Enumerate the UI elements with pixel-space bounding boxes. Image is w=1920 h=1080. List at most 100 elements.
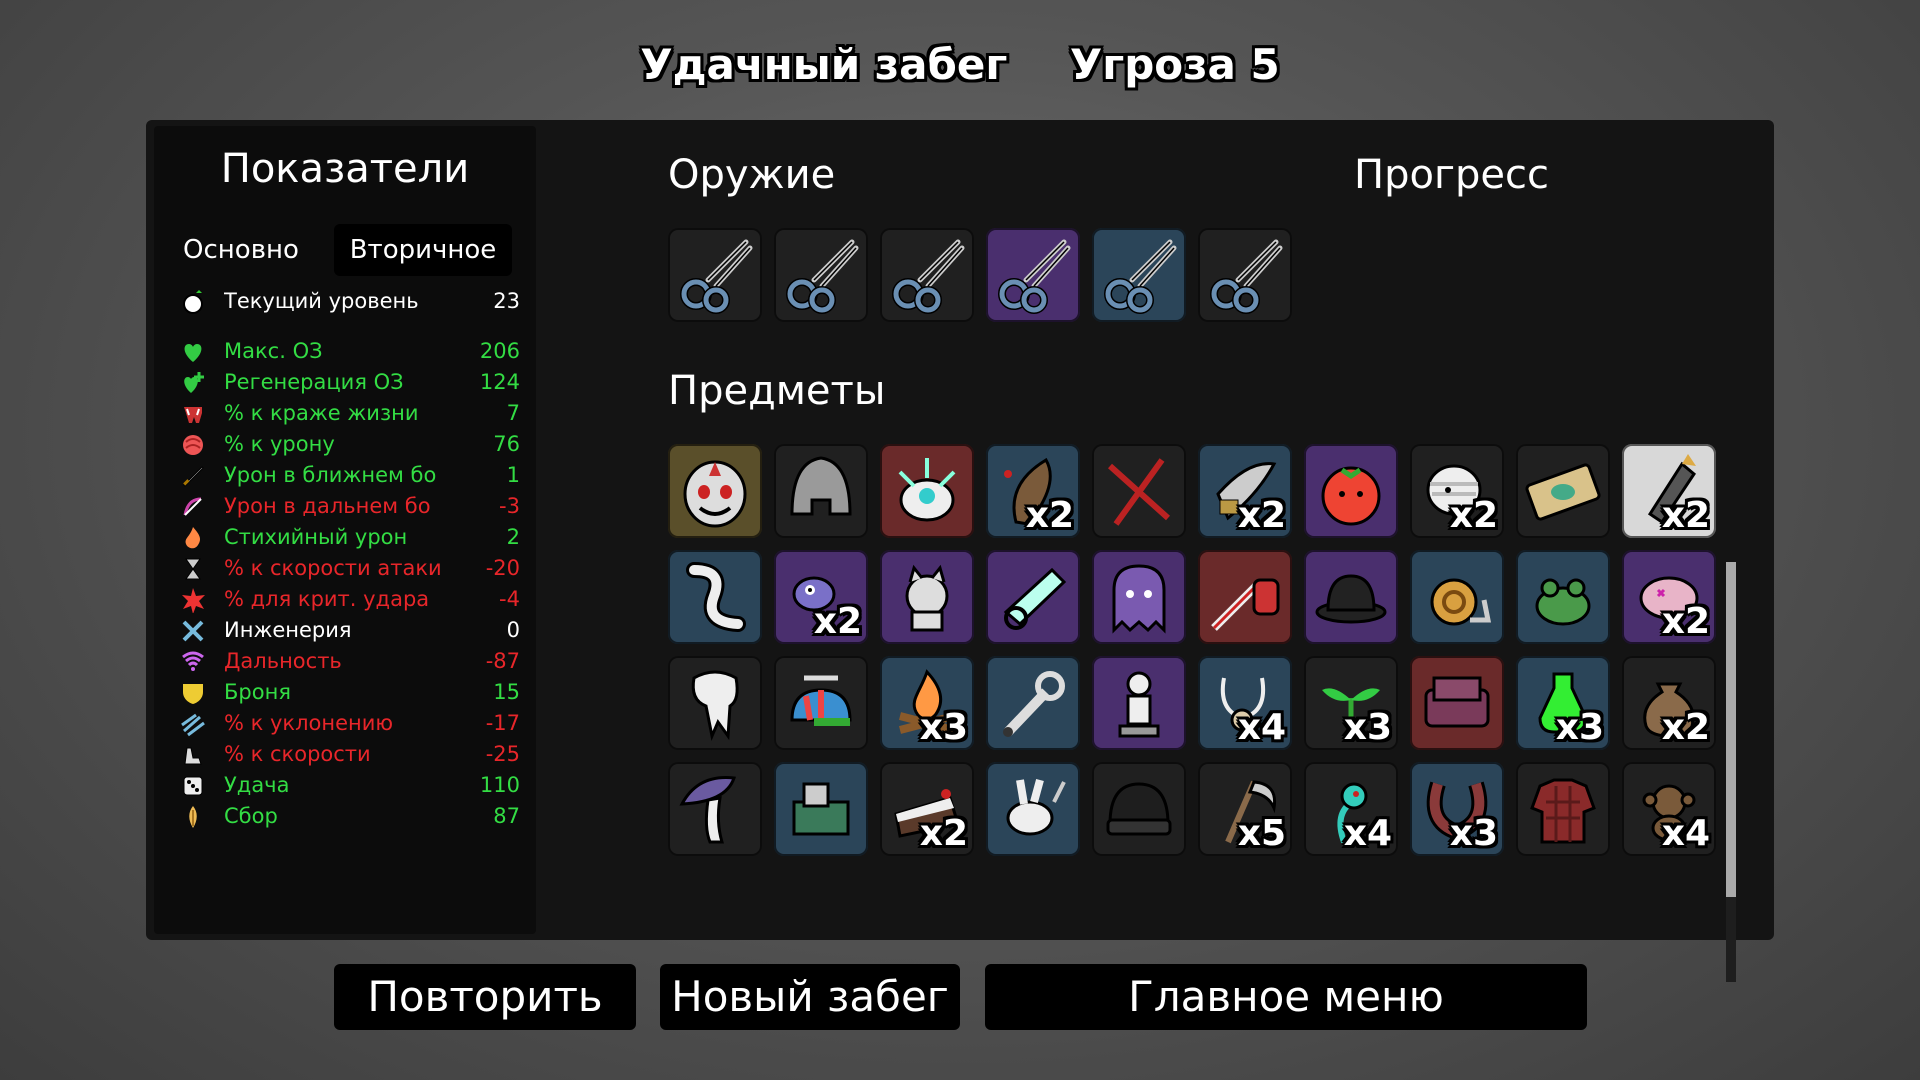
item-slot[interactable] <box>986 656 1080 750</box>
item-slot[interactable] <box>1092 550 1186 644</box>
stat-row[interactable]: % для крит. удара -4 <box>180 584 520 615</box>
item-slot[interactable]: x2 <box>774 550 868 644</box>
item-count: x2 <box>1661 601 1710 642</box>
item-slot[interactable] <box>986 550 1080 644</box>
stat-value: 124 <box>479 370 520 394</box>
tab-primary[interactable]: Основно <box>176 224 306 276</box>
stat-label: Дальность <box>224 649 342 673</box>
item-slot[interactable]: x3 <box>1410 762 1504 856</box>
item-count: x4 <box>1237 707 1286 748</box>
item-slot[interactable] <box>1304 444 1398 538</box>
item-slot[interactable] <box>1092 762 1186 856</box>
item-slot[interactable]: x2 <box>1198 444 1292 538</box>
stat-label: Урон в дальнем бо <box>224 494 431 518</box>
item-slot[interactable] <box>668 656 762 750</box>
weapon-slot[interactable] <box>880 228 974 322</box>
ranged-icon <box>180 494 206 520</box>
weapon-slot[interactable] <box>986 228 1080 322</box>
item-slot[interactable] <box>774 762 868 856</box>
stats-list: Текущий уровень 23 Макс. ОЗ 206 Регенерация … <box>180 286 520 832</box>
stat-row[interactable]: % к скорости атаки -20 <box>180 553 520 584</box>
items-scrollbar[interactable] <box>1726 562 1736 982</box>
items-title: Предметы <box>668 368 886 414</box>
stat-value: 0 <box>506 618 520 642</box>
weapon-slot[interactable] <box>774 228 868 322</box>
stat-row[interactable]: Броня 15 <box>180 677 520 708</box>
weapon-slot[interactable] <box>1092 228 1186 322</box>
item-slot[interactable]: x2 <box>1622 444 1716 538</box>
item-slot[interactable] <box>986 762 1080 856</box>
stats-title: Показатели <box>220 146 470 192</box>
item-slot[interactable]: x2 <box>1410 444 1504 538</box>
item-slot[interactable] <box>880 550 974 644</box>
stat-value: 1 <box>506 463 520 487</box>
item-slot[interactable]: x3 <box>880 656 974 750</box>
item-slot[interactable]: x3 <box>1304 656 1398 750</box>
item-slot[interactable] <box>1304 550 1398 644</box>
item-slot[interactable]: x2 <box>880 762 974 856</box>
item-slot[interactable]: x2 <box>1622 550 1716 644</box>
stat-value: -4 <box>499 587 520 611</box>
item-count: x3 <box>1343 707 1392 748</box>
item-slot[interactable] <box>1516 762 1610 856</box>
new-run-button[interactable]: Новый забег <box>660 964 960 1030</box>
scrollbar-thumb[interactable] <box>1726 562 1736 897</box>
stat-row[interactable]: Урон в ближнем бо 1 <box>180 460 520 491</box>
stat-row[interactable]: % к краже жизни 7 <box>180 398 520 429</box>
item-slot[interactable]: x5 <box>1198 762 1292 856</box>
stat-row[interactable]: Макс. ОЗ 206 <box>180 336 520 367</box>
item-slot[interactable] <box>1092 444 1186 538</box>
stat-row[interactable]: Удача 110 <box>180 770 520 801</box>
harvesting-icon <box>180 804 206 830</box>
stats-panel: Показатели Основно Вторичное Текущий уро… <box>154 126 536 934</box>
stat-row[interactable]: % к скорости -25 <box>180 739 520 770</box>
item-slot[interactable] <box>1198 550 1292 644</box>
item-count: x3 <box>919 707 968 748</box>
item-slot[interactable]: x2 <box>986 444 1080 538</box>
stat-value: -25 <box>485 742 520 766</box>
stat-row[interactable]: Текущий уровень 23 <box>180 286 520 317</box>
stat-row[interactable]: Сбор 87 <box>180 801 520 832</box>
weapon-slot[interactable] <box>1198 228 1292 322</box>
item-slot[interactable] <box>774 656 868 750</box>
retry-button[interactable]: Повторить <box>334 964 636 1030</box>
stat-label: % для крит. удара <box>224 587 430 611</box>
stat-row[interactable]: Стихийный урон 2 <box>180 522 520 553</box>
item-slot[interactable] <box>1516 550 1610 644</box>
item-count: x3 <box>1449 813 1498 854</box>
item-slot[interactable]: x2 <box>1622 656 1716 750</box>
item-slot[interactable] <box>1516 444 1610 538</box>
stat-row[interactable]: Дальность -87 <box>180 646 520 677</box>
item-slot[interactable] <box>668 762 762 856</box>
item-slot[interactable]: x3 <box>1516 656 1610 750</box>
stat-row[interactable]: % к уклонению -17 <box>180 708 520 739</box>
weapon-slot[interactable] <box>668 228 762 322</box>
stat-label: Стихийный урон <box>224 525 408 549</box>
item-count: x2 <box>1449 495 1498 536</box>
item-slot[interactable] <box>668 550 762 644</box>
tab-secondary[interactable]: Вторичное <box>334 224 512 276</box>
luck-icon <box>180 773 206 799</box>
stat-row[interactable]: Регенерация ОЗ 124 <box>180 367 520 398</box>
item-count: x3 <box>1555 707 1604 748</box>
stat-label: Текущий уровень <box>224 289 419 313</box>
main-menu-button[interactable]: Главное меню <box>985 964 1587 1030</box>
item-slot[interactable]: x4 <box>1304 762 1398 856</box>
item-slot[interactable]: x4 <box>1622 762 1716 856</box>
attack-speed-icon <box>180 556 206 582</box>
item-count: x2 <box>813 601 862 642</box>
item-count: x4 <box>1343 813 1392 854</box>
stat-row[interactable]: Инженерия 0 <box>180 615 520 646</box>
stat-row[interactable]: Урон в дальнем бо -3 <box>180 491 520 522</box>
item-slot[interactable] <box>1092 656 1186 750</box>
item-slot[interactable] <box>880 444 974 538</box>
item-slot[interactable] <box>668 444 762 538</box>
item-slot[interactable] <box>774 444 868 538</box>
engineering-icon <box>180 618 206 644</box>
item-slot[interactable] <box>1410 656 1504 750</box>
stat-row[interactable]: % к урону 76 <box>180 429 520 460</box>
item-count: x4 <box>1661 813 1710 854</box>
item-slot[interactable]: x4 <box>1198 656 1292 750</box>
item-slot[interactable] <box>1410 550 1504 644</box>
stat-value: 87 <box>493 804 520 828</box>
